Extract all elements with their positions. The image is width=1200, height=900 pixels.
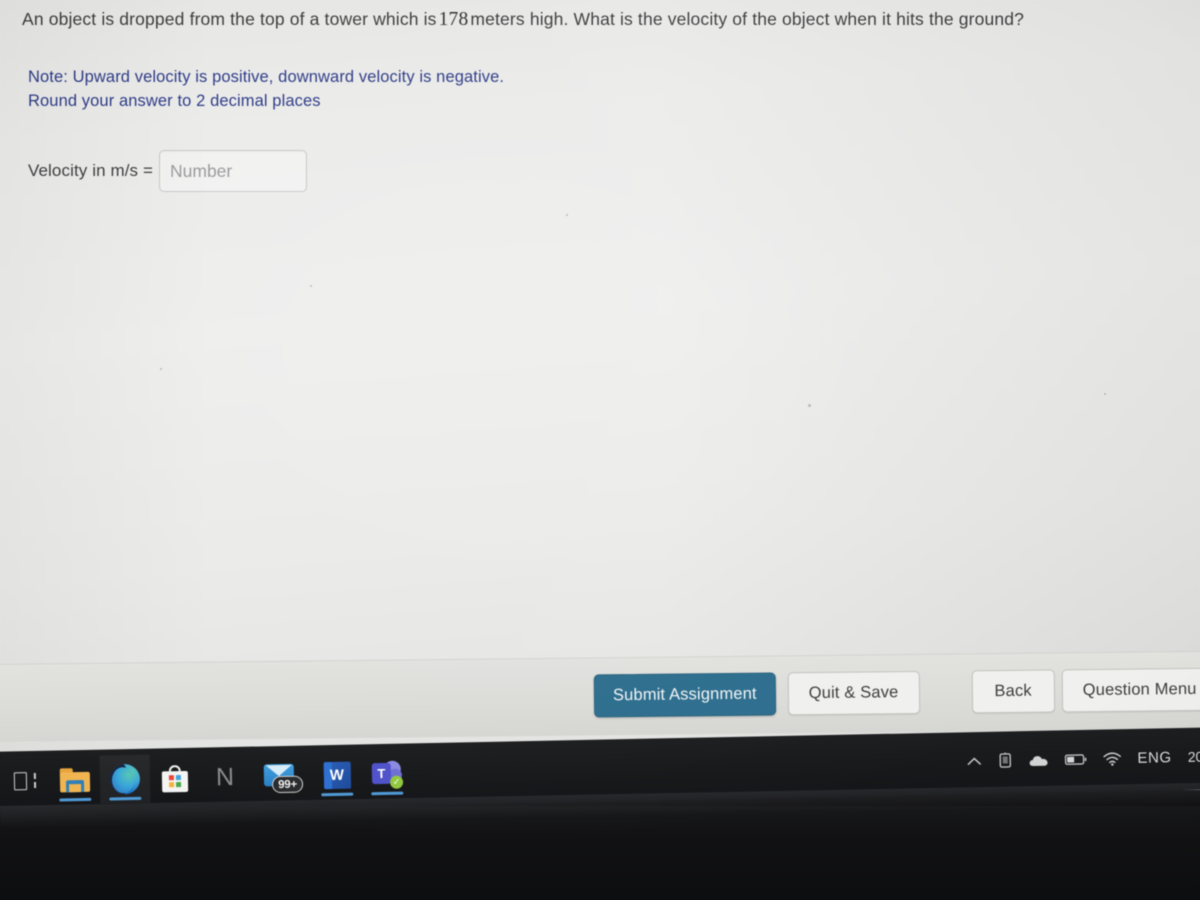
note-block: Note: Upward velocity is positive, downw… [28, 66, 728, 114]
device-icon[interactable] [997, 752, 1012, 768]
question-menu-button[interactable]: Question Menu [1061, 667, 1200, 713]
action-bar-buttons: Submit Assignment Quit & Save Back Quest… [593, 667, 1200, 718]
assignment-action-bar: Submit Assignment Quit & Save Back Quest… [0, 650, 1200, 742]
taskbar-running-underline [321, 792, 354, 797]
quit-and-save-button[interactable]: Quit & Save [787, 670, 920, 716]
edge-icon [109, 763, 141, 795]
folder-icon [59, 768, 91, 793]
taskbar-item-onenote[interactable]: N [199, 753, 250, 802]
velocity-answer-input[interactable] [159, 150, 307, 192]
laptop-screen-photo: An object is dropped from the top of a t… [0, 0, 1200, 900]
taskbar-running-underline [59, 798, 92, 802]
word-icon: W [323, 761, 351, 789]
submit-assignment-button[interactable]: Submit Assignment [593, 672, 776, 718]
dust-speck [310, 285, 312, 287]
system-tray: ENG 20 [966, 736, 1200, 781]
taskbar-running-underline [371, 791, 404, 796]
question-text-before: An object is dropped from the top of a t… [22, 9, 437, 29]
mail-unread-badge: 99+ [271, 775, 304, 794]
dust-speck [808, 404, 811, 407]
taskbar-clock[interactable]: 20 [1188, 749, 1200, 764]
chevron-up-icon[interactable] [966, 755, 981, 766]
taskbar-running-underline [109, 797, 142, 801]
question-text-line: An object is dropped from the top of a t… [22, 7, 1182, 33]
dust-speck [1104, 393, 1106, 395]
store-bag-icon [161, 764, 189, 792]
onenote-icon: N [215, 762, 235, 791]
onedrive-cloud-icon[interactable] [1028, 753, 1048, 766]
language-indicator[interactable]: ENG [1137, 749, 1172, 767]
taskbar-item-microsoft-edge[interactable] [99, 754, 151, 804]
back-button[interactable]: Back [971, 669, 1055, 714]
answer-row: Velocity in m/s = [28, 150, 307, 192]
battery-icon[interactable] [1064, 752, 1087, 765]
question-prompt: An object is dropped from the top of a t… [22, 7, 1182, 33]
taskbar-item-teams[interactable]: T ✓ [361, 749, 412, 798]
question-text-after: meters high. What is the velocity of the… [470, 9, 1025, 29]
dust-speck [566, 214, 568, 216]
answer-label: Velocity in m/s = [28, 161, 153, 180]
taskbar-item-mail[interactable]: 99+ [249, 751, 312, 800]
taskbar-item-file-explorer[interactable] [49, 756, 100, 805]
question-value-178: 178 [438, 9, 469, 30]
taskbar-item-task-view[interactable] [0, 757, 50, 806]
note-line-1: Note: Upward velocity is positive, downw… [28, 68, 505, 86]
wifi-icon[interactable] [1102, 751, 1121, 766]
taskbar-item-word[interactable]: W [311, 750, 362, 799]
note-line-2: Round your answer to 2 decimal places [28, 91, 321, 110]
teams-icon: T ✓ [371, 760, 404, 789]
taskbar-item-microsoft-store[interactable] [149, 754, 200, 803]
taskbar-app-buttons: N 99+ W T ✓ [0, 749, 412, 805]
task-view-icon [13, 772, 37, 791]
mail-icon: 99+ [263, 762, 304, 794]
dust-speck [160, 368, 162, 370]
laptop-deck [0, 806, 1200, 900]
